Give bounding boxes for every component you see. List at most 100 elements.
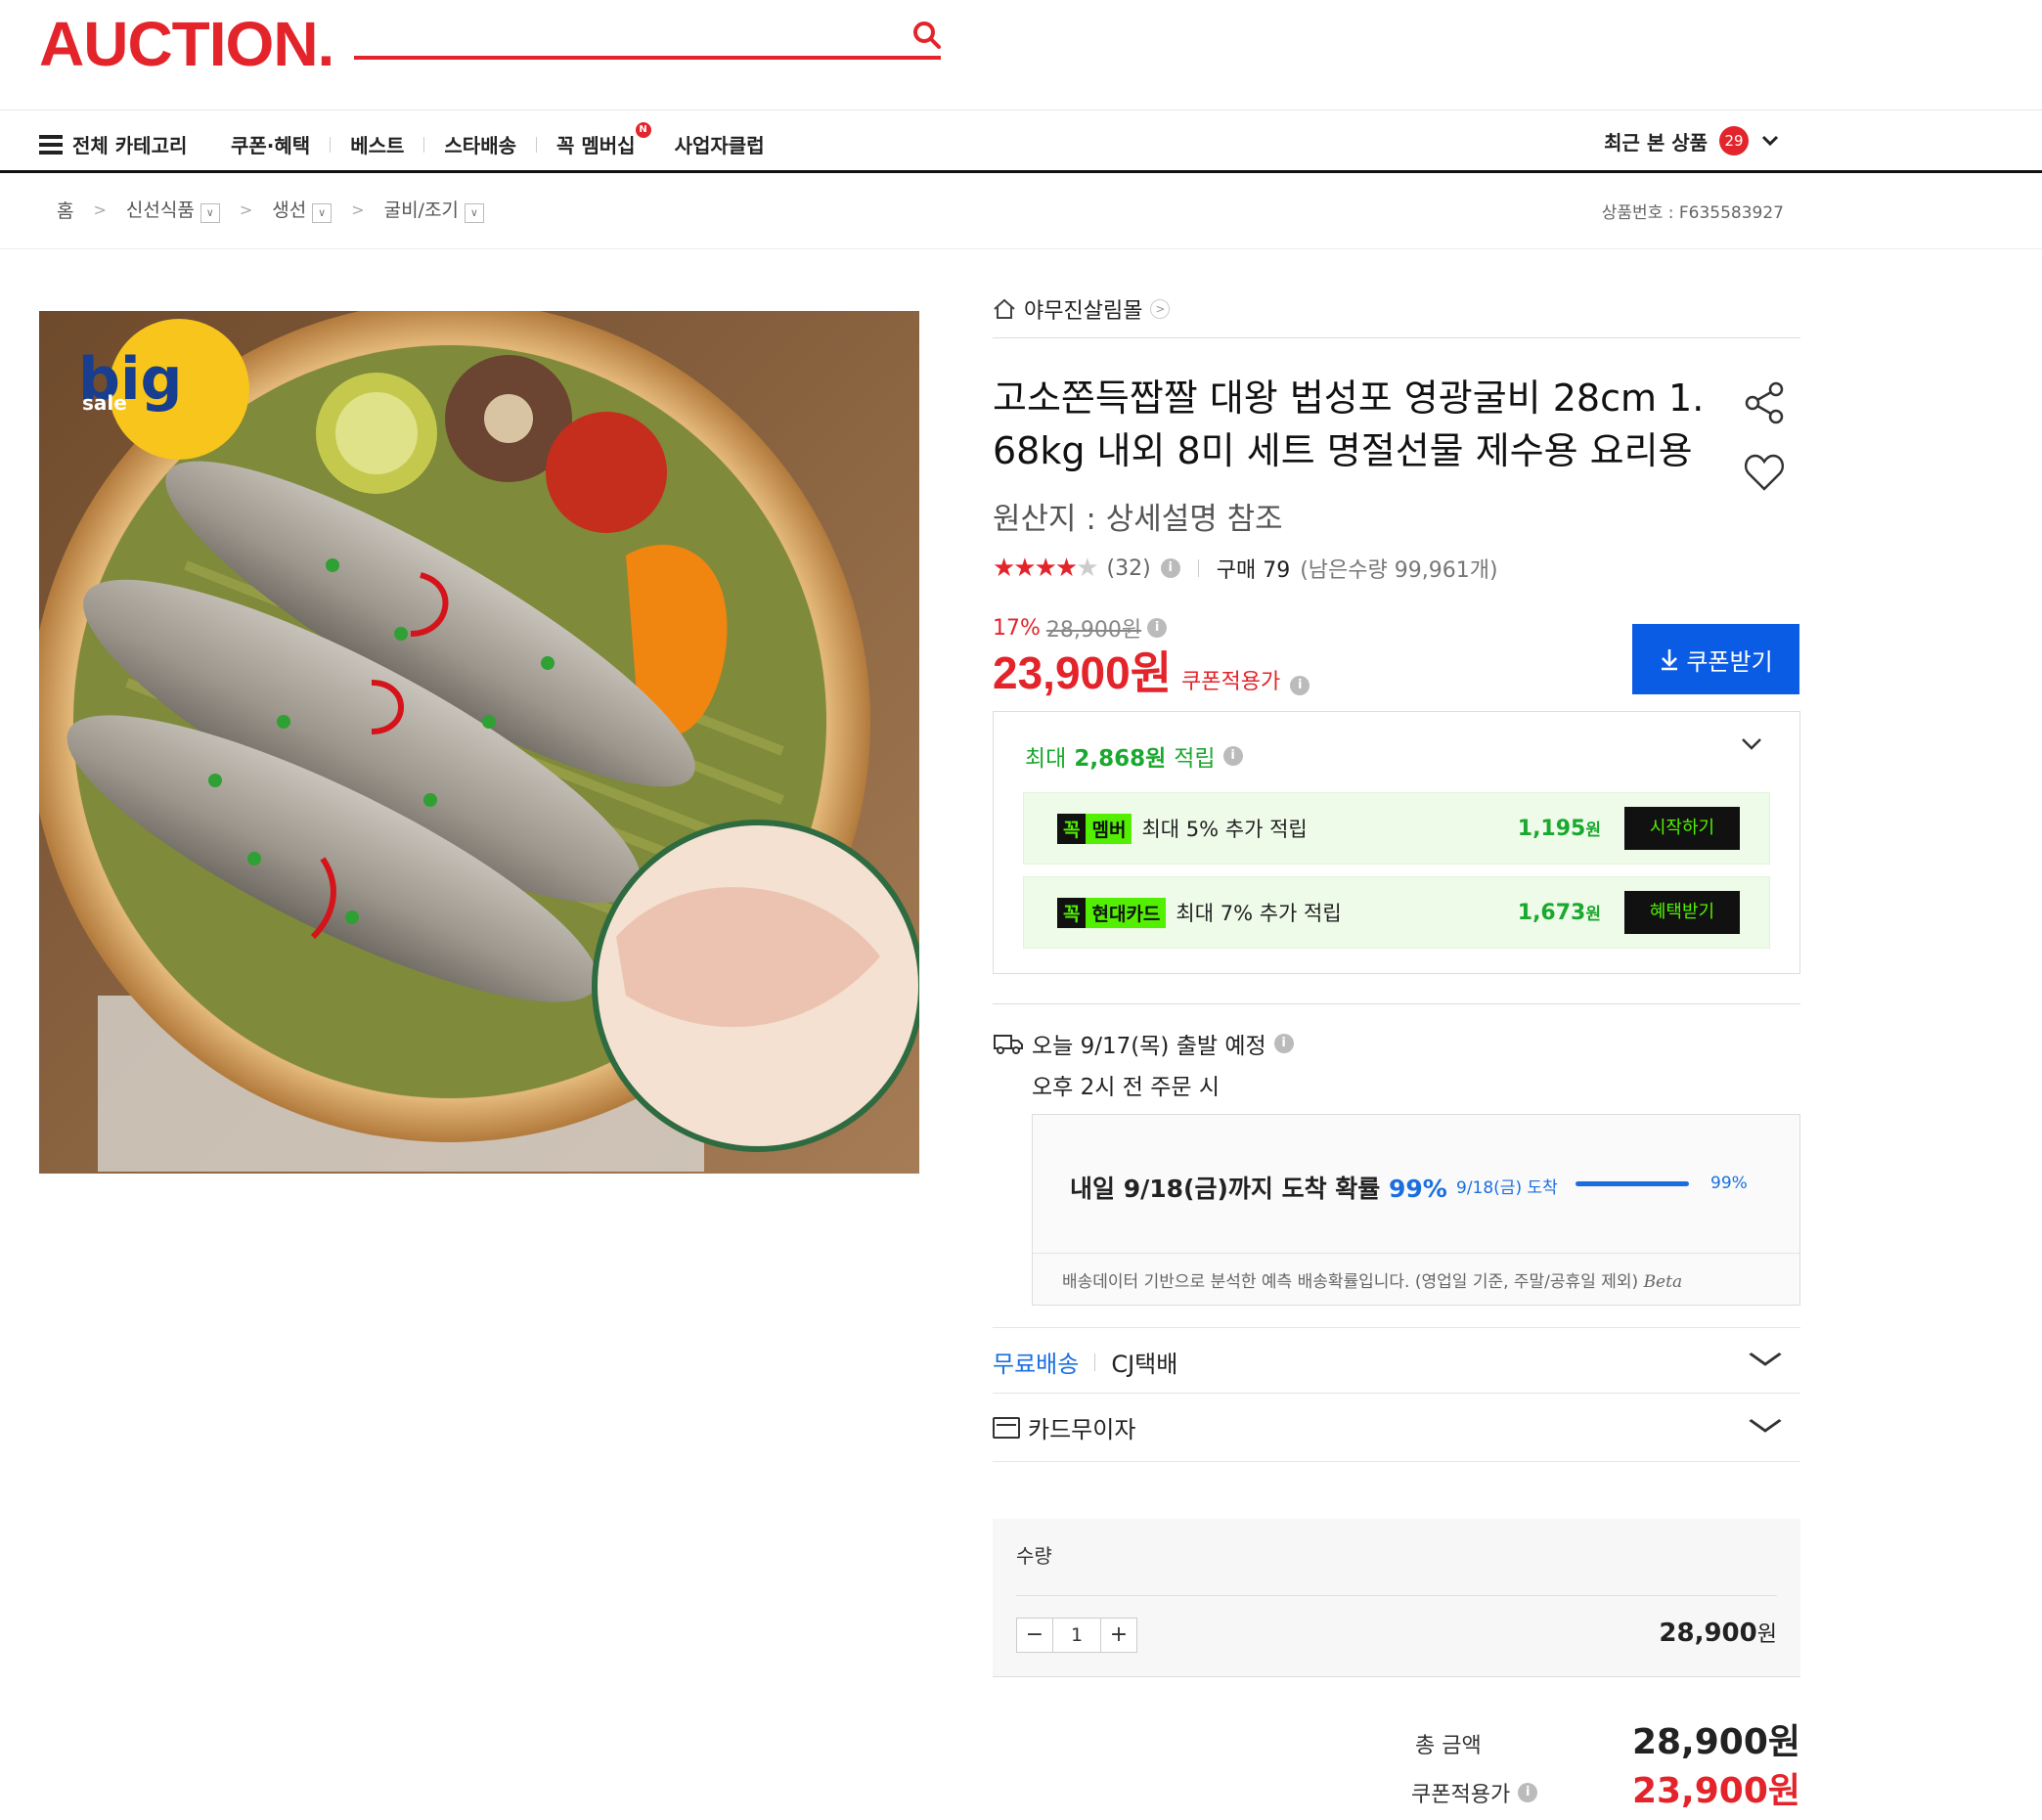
breadcrumb-fish[interactable]: 생선 ∨ bbox=[272, 196, 333, 223]
divider bbox=[993, 1393, 1800, 1394]
auction-logo[interactable]: AUCTION. bbox=[39, 8, 334, 80]
breadcrumb-home[interactable]: 홈 bbox=[57, 197, 73, 223]
product-image[interactable]: big sale bbox=[39, 311, 919, 1174]
chevron-down-icon[interactable] bbox=[1748, 1418, 1783, 1434]
free-shipping-label: 무료배송 bbox=[993, 1351, 1080, 1378]
divider bbox=[993, 1003, 1800, 1004]
chevron-right-icon: > bbox=[93, 200, 107, 219]
reward-row-hyundai-card: 꼭 현대카드 최대 7% 추가 적립 1,673원 혜택받기 bbox=[1023, 876, 1770, 949]
quantity-price-value: 28,900 bbox=[1659, 1619, 1757, 1648]
recent-products-button[interactable]: 최근 본 상품 29 bbox=[1604, 126, 1780, 155]
share-icon[interactable] bbox=[1741, 379, 1788, 426]
chevron-right-icon: > bbox=[1150, 299, 1171, 319]
courier-name: CJ택배 bbox=[1111, 1351, 1178, 1378]
coupon-download-label: 쿠폰받기 bbox=[1686, 647, 1773, 676]
info-icon[interactable]: i bbox=[1160, 558, 1180, 578]
star-rating[interactable]: ★★★★★ bbox=[993, 554, 1099, 583]
free-shipping-row[interactable]: 무료배송 CJ택배 bbox=[993, 1345, 1800, 1379]
chevron-down-icon[interactable]: ∨ bbox=[464, 203, 484, 223]
stock-remaining: (남은수량 99,961개) bbox=[1300, 558, 1498, 583]
reward-row-amount: 1,195원 bbox=[1518, 816, 1601, 841]
quantity-stepper: − 1 + bbox=[1016, 1618, 1137, 1653]
new-badge: N bbox=[635, 122, 651, 138]
search-input[interactable] bbox=[354, 56, 941, 60]
total-coupon-amount: 23,900원 bbox=[1631, 1771, 1800, 1811]
total-amount: 28,900원 bbox=[1631, 1722, 1800, 1762]
discount-rate: 17% bbox=[993, 615, 1041, 641]
all-categories-button[interactable]: 전체 카테고리 bbox=[39, 130, 187, 158]
search-icon[interactable] bbox=[910, 18, 945, 53]
beta-label: Beta bbox=[1643, 1272, 1683, 1292]
nav-item-coupon[interactable]: 쿠폰·혜택 bbox=[231, 130, 330, 158]
minus-button[interactable]: − bbox=[1017, 1619, 1052, 1652]
review-count[interactable]: (32) bbox=[1107, 556, 1151, 581]
breadcrumb: 홈 > 신선식품 ∨ > 생선 ∨ > 굴비/조기 ∨ bbox=[57, 196, 484, 223]
reward-row-amount-value: 1,195 bbox=[1517, 817, 1586, 841]
reward-row-amount: 1,673원 bbox=[1518, 900, 1601, 925]
forecast-progress-bar bbox=[1576, 1181, 1689, 1186]
hyundai-card-tag-name: 현대카드 bbox=[1086, 897, 1167, 928]
info-icon[interactable]: i bbox=[1518, 1783, 1538, 1802]
hyundai-card-tag-prefix: 꼭 bbox=[1057, 897, 1087, 928]
shipping-today: 오늘 9/17(목) 출발 예정 i bbox=[993, 1027, 1800, 1060]
nav-item-best[interactable]: 베스트 bbox=[331, 130, 423, 158]
shipping-today-label: 오늘 9/17(목) 출발 예정 bbox=[1032, 1034, 1266, 1059]
heart-icon[interactable] bbox=[1741, 448, 1788, 495]
nav-item-business-club[interactable]: 사업자클럽 bbox=[655, 130, 784, 158]
info-icon[interactable]: i bbox=[1273, 1034, 1294, 1053]
forecast-main: 내일 9/18(금)까지 도착 확률 99% bbox=[1070, 1170, 1447, 1205]
seller-link[interactable]: 야무진살림몰 > bbox=[993, 293, 1800, 325]
nav-item-membership[interactable]: 꼭 멤버십 N bbox=[537, 122, 655, 158]
card-installment-row[interactable]: 카드무이자 bbox=[993, 1410, 1800, 1444]
hamburger-icon bbox=[39, 134, 63, 155]
get-benefit-button[interactable]: 혜택받기 bbox=[1624, 891, 1740, 934]
chevron-down-icon[interactable] bbox=[1748, 1352, 1783, 1367]
steamed-fish-illustration bbox=[39, 311, 919, 1174]
info-icon[interactable]: i bbox=[1222, 746, 1243, 766]
quantity-price: 28,900원 bbox=[1659, 1617, 1777, 1648]
divider bbox=[1016, 1595, 1777, 1596]
reward-row-amount-value: 1,673 bbox=[1517, 901, 1586, 925]
forecast-date: 9/18(금) 도착 bbox=[1456, 1178, 1558, 1198]
chevron-down-icon[interactable]: ∨ bbox=[312, 203, 333, 223]
info-icon[interactable]: i bbox=[1290, 676, 1310, 695]
reward-row-amount-unit: 원 bbox=[1585, 821, 1601, 840]
reward-row-text: 최대 7% 추가 적립 bbox=[1176, 902, 1342, 925]
recent-products-label: 최근 본 상품 bbox=[1604, 130, 1708, 155]
chevron-down-icon bbox=[1761, 135, 1779, 147]
breadcrumb-gulbi[interactable]: 굴비/조기 ∨ bbox=[384, 196, 484, 223]
breadcrumb-divider bbox=[0, 248, 2042, 249]
forecast-main-pct: 99% bbox=[1389, 1175, 1447, 1203]
rating-row: ★★★★★ (32) i 구매 79 (남은수량 99,961개) bbox=[993, 553, 1800, 584]
coupon-price-label: 쿠폰적용가 bbox=[1181, 670, 1281, 694]
seller-name: 야무진살림몰 bbox=[1024, 299, 1143, 324]
reward-summary[interactable]: 최대 2,868원 적립 i bbox=[1025, 739, 1243, 773]
hyundai-card-tag: 꼭 현대카드 bbox=[1057, 897, 1167, 928]
start-membership-button[interactable]: 시작하기 bbox=[1624, 807, 1740, 850]
reward-summary-amount: 2,868원 bbox=[1074, 746, 1167, 772]
plus-button[interactable]: + bbox=[1101, 1619, 1136, 1652]
chevron-right-icon: > bbox=[351, 200, 365, 219]
big-sale-badge-sub: sale bbox=[82, 391, 127, 415]
info-icon[interactable]: i bbox=[1147, 618, 1168, 638]
forecast-note-text: 배송데이터 기반으로 분석한 예측 배송확률입니다. (영업일 기준, 주말/공… bbox=[1062, 1272, 1639, 1292]
divider bbox=[993, 1461, 1800, 1462]
divider bbox=[993, 1327, 1800, 1328]
coupon-download-button[interactable]: 쿠폰받기 bbox=[1632, 624, 1799, 694]
divider bbox=[1033, 1253, 1799, 1254]
quantity-input[interactable]: 1 bbox=[1052, 1619, 1101, 1652]
chevron-down-icon[interactable] bbox=[1741, 737, 1762, 751]
product-number: 상품번호 : F635583927 bbox=[1601, 203, 1784, 223]
all-categories-label: 전체 카테고리 bbox=[72, 134, 188, 157]
membership-tag-name: 멤버 bbox=[1086, 813, 1132, 844]
membership-tag: 꼭 멤버 bbox=[1057, 813, 1132, 844]
breadcrumb-fresh-food[interactable]: 신선식품 ∨ bbox=[126, 196, 220, 223]
total-coupon-label-text: 쿠폰적용가 bbox=[1411, 1783, 1511, 1807]
forecast-bar-pct: 99% bbox=[1710, 1174, 1748, 1193]
nav-item-star-delivery[interactable]: 스타배송 bbox=[424, 130, 536, 158]
chevron-down-icon[interactable]: ∨ bbox=[200, 203, 220, 223]
breadcrumb-fresh-food-label: 신선식품 bbox=[125, 200, 195, 221]
download-icon bbox=[1662, 649, 1678, 671]
delivery-forecast-box: 내일 9/18(금)까지 도착 확률 99% 9/18(금) 도착 99% 배송… bbox=[1032, 1114, 1800, 1306]
reward-panel: 최대 2,868원 적립 i 꼭 멤버 최대 5% 추가 적립 1,195원 시작… bbox=[993, 711, 1800, 974]
